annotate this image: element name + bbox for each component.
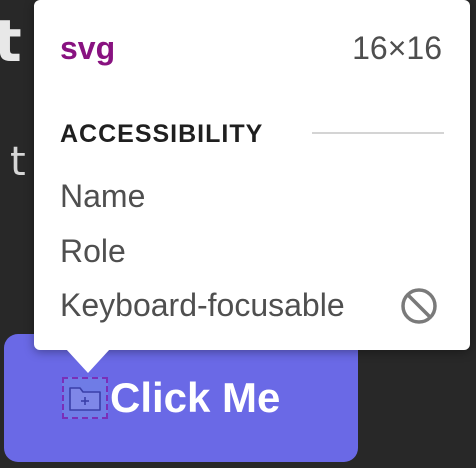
element-tag-name: svg [60, 30, 116, 66]
accessibility-section-title: ACCESSIBILITY [60, 120, 264, 148]
click-me-button-label: Click Me [110, 374, 281, 421]
no-entry-icon [400, 287, 438, 330]
element-dimensions: 16×16 [352, 30, 442, 66]
inspector-tooltip: svg 16×16 ACCESSIBILITY Name Role Keyboa… [34, 0, 470, 350]
section-divider [312, 132, 444, 134]
keyboard-focusable-row: Keyboard-focusable [60, 287, 345, 323]
tooltip-arrow [66, 349, 110, 373]
accessibility-name-row: Name [60, 178, 146, 214]
background-text-fragment-left: t [10, 139, 26, 185]
accessibility-role-row: Role [60, 233, 126, 269]
folder-plus-icon [62, 377, 108, 419]
